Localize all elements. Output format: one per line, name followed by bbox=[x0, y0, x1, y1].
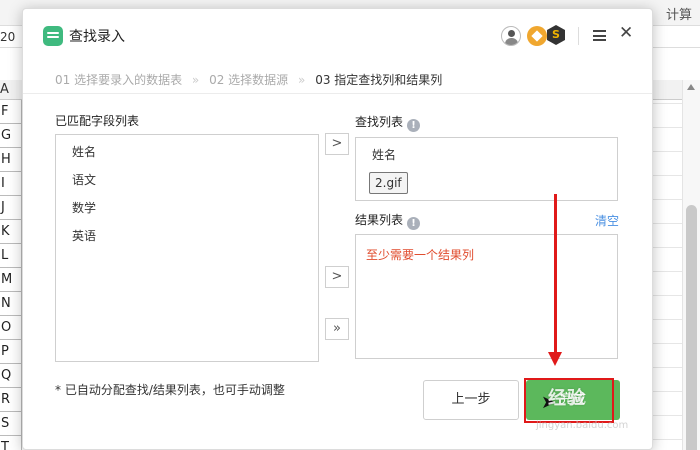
column-header-a[interactable]: A bbox=[0, 82, 9, 97]
row-header[interactable]: N bbox=[0, 292, 22, 316]
move-to-lookup-button[interactable]: > bbox=[325, 133, 349, 155]
previous-step-button[interactable]: 上一步 bbox=[423, 380, 519, 420]
user-avatar-icon[interactable] bbox=[501, 26, 521, 46]
row-header[interactable]: G bbox=[0, 124, 22, 148]
result-list-label: 结果列表! bbox=[355, 211, 421, 230]
move-to-result-button[interactable]: > bbox=[325, 266, 349, 288]
row-header[interactable]: M bbox=[0, 268, 22, 292]
menu-icon[interactable] bbox=[593, 30, 606, 41]
annotation-arrow-head-icon bbox=[548, 352, 562, 366]
step-chevron-icon: » bbox=[191, 73, 200, 87]
row-header[interactable]: P bbox=[0, 340, 22, 364]
row-header[interactable]: I bbox=[0, 172, 22, 196]
step-1: 01 选择要录入的数据表 bbox=[55, 73, 183, 87]
auto-assign-hint: * 已自动分配查找/结果列表，也可手动调整 bbox=[55, 383, 285, 397]
row-header[interactable]: J bbox=[0, 196, 22, 220]
step-2: 02 选择数据源 bbox=[209, 73, 289, 87]
row-header-column: FGHIJKLMNOPQRST bbox=[0, 100, 22, 450]
row-header[interactable]: L bbox=[0, 244, 22, 268]
toolbar-calc-label[interactable]: 计算 bbox=[666, 4, 692, 23]
result-list[interactable]: 至少需要一个结果列 bbox=[355, 234, 618, 359]
scroll-up-arrow-icon[interactable] bbox=[687, 84, 695, 90]
vertical-scrollbar[interactable] bbox=[682, 80, 700, 450]
info-icon[interactable]: ! bbox=[407, 119, 421, 132]
watermark-subtext: jingyan.baidu.com bbox=[536, 420, 629, 431]
move-all-to-result-button[interactable]: » bbox=[325, 318, 349, 340]
info-icon[interactable]: ! bbox=[407, 217, 421, 230]
dialog-title: 查找录入 bbox=[69, 29, 125, 45]
clear-link[interactable]: 清空 bbox=[595, 212, 619, 229]
scroll-thumb[interactable] bbox=[686, 205, 697, 450]
row-header[interactable]: K bbox=[0, 220, 22, 244]
list-item[interactable]: 姓名 bbox=[72, 143, 96, 160]
row-header[interactable]: Q bbox=[0, 364, 22, 388]
row-header[interactable]: H bbox=[0, 148, 22, 172]
app-logo-icon bbox=[43, 26, 63, 46]
row-header[interactable]: O bbox=[0, 316, 22, 340]
lookup-list[interactable]: 姓名 2.gif bbox=[355, 137, 618, 201]
lookup-field-item[interactable]: 姓名 bbox=[372, 146, 396, 163]
list-item[interactable]: 语文 bbox=[72, 171, 96, 188]
cell-reference: 20 bbox=[0, 30, 16, 44]
list-item[interactable]: 英语 bbox=[72, 227, 96, 244]
lookup-list-label: 查找列表! bbox=[355, 113, 421, 132]
close-icon[interactable]: ✕ bbox=[619, 25, 633, 42]
lookup-list-label-text: 查找列表 bbox=[355, 115, 404, 129]
dialog-header: 查找录入 S ✕ bbox=[23, 9, 652, 61]
result-warning-text: 至少需要一个结果列 bbox=[366, 248, 475, 262]
result-list-label-text: 结果列表 bbox=[355, 213, 404, 227]
coin-icon[interactable]: S bbox=[547, 25, 565, 45]
row-header[interactable]: S bbox=[0, 412, 22, 436]
list-item[interactable]: 数学 bbox=[72, 199, 96, 216]
step-3: 03 指定查找列和结果列 bbox=[315, 73, 443, 87]
annotation-arrow-shaft bbox=[554, 194, 557, 356]
step-breadcrumb: 01 选择要录入的数据表 » 02 选择数据源 » 03 指定查找列和结果列 bbox=[55, 71, 442, 88]
row-header[interactable]: T bbox=[0, 436, 22, 450]
lookup-chip[interactable]: 2.gif bbox=[369, 172, 408, 194]
matched-fields-list[interactable]: 姓名 语文 数学 英语 bbox=[55, 134, 319, 362]
steps-divider bbox=[23, 93, 652, 94]
row-header[interactable]: F bbox=[0, 100, 22, 124]
step-chevron-icon: » bbox=[298, 73, 306, 87]
header-divider bbox=[578, 27, 579, 45]
grid-lines bbox=[652, 80, 682, 450]
watermark-text: 经验 bbox=[548, 388, 586, 409]
row-header[interactable]: R bbox=[0, 388, 22, 412]
matched-fields-label: 已匹配字段列表 bbox=[55, 114, 140, 128]
member-badge-icon[interactable] bbox=[527, 26, 547, 46]
